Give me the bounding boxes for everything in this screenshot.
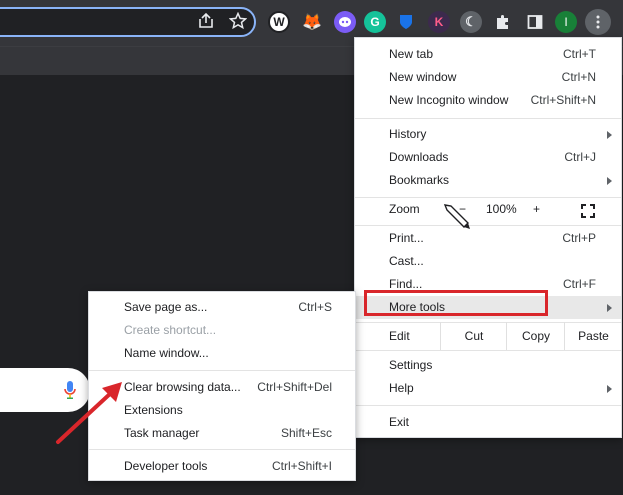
menu-item-bookmarks[interactable]: Bookmarks [355, 169, 621, 192]
w-extension-icon[interactable]: W [268, 11, 290, 33]
profile-avatar[interactable]: I [555, 11, 577, 33]
menu-item-label: Edit [389, 329, 410, 343]
shortcut-label: Ctrl+F [563, 277, 596, 291]
submenu-item-label: Clear browsing data... [124, 380, 241, 394]
submenu-item-label: Extensions [124, 403, 183, 417]
cursor-icon [443, 204, 470, 229]
shortcut-label: Ctrl+J [564, 150, 596, 164]
shortcut-label: Ctrl+Shift+N [530, 93, 596, 107]
address-bar[interactable] [0, 7, 256, 37]
menu-item-label: Exit [389, 415, 410, 429]
shortcut-label: Ctrl+P [562, 231, 596, 245]
copy-button[interactable]: Copy [506, 322, 565, 350]
fullscreen-icon[interactable] [581, 203, 595, 226]
chevron-right-icon [607, 131, 612, 139]
sidepanel-icon[interactable] [524, 11, 546, 33]
menu-item-zoom: Zoom − 100% + [355, 198, 621, 221]
menu-item-label: Zoom [389, 202, 420, 216]
menu-item-label: Settings [389, 358, 433, 372]
paste-button[interactable]: Paste [564, 322, 622, 350]
menu-divider [355, 405, 621, 406]
zoom-in-button[interactable]: + [533, 198, 540, 221]
annotation-arrow-icon [56, 382, 122, 444]
menu-item-new-incognito-window[interactable]: New Incognito window Ctrl+Shift+N [355, 89, 621, 112]
menu-item-label: Downloads [389, 150, 449, 164]
chevron-right-icon [607, 177, 612, 185]
shortcut-label: Ctrl+T [563, 47, 596, 61]
menu-item-edit: Edit Cut Copy Paste [355, 322, 622, 350]
submenu-item-save-page[interactable]: Save page as... Ctrl+S [89, 296, 355, 319]
menu-item-print[interactable]: Print... Ctrl+P [355, 227, 621, 250]
shortcut-label: Shift+Esc [280, 426, 332, 440]
submenu-item-developer-tools[interactable]: Developer tools Ctrl+Shift+I [89, 455, 355, 478]
menu-item-label: New Incognito window [389, 93, 509, 107]
dark-mode-extension-icon[interactable]: ☾ [460, 11, 482, 33]
shortcut-label: Ctrl+Shift+I [271, 459, 332, 473]
shortcut-label: Ctrl+S [298, 300, 332, 314]
share-icon[interactable] [196, 12, 216, 32]
shortcut-label: Ctrl+Shift+Del [257, 380, 332, 394]
grammarly-icon[interactable]: G [364, 11, 386, 33]
submenu-item-label: Name window... [124, 346, 209, 360]
chevron-right-icon [607, 304, 612, 312]
menu-item-cast[interactable]: Cast... [355, 250, 621, 273]
zoom-level: 100% [486, 202, 517, 216]
menu-item-label: New window [389, 70, 457, 84]
submenu-item-label: Developer tools [124, 459, 208, 473]
menu-item-label: Bookmarks [389, 173, 450, 187]
menu-item-downloads[interactable]: Downloads Ctrl+J [355, 146, 621, 169]
k-extension-icon[interactable]: K [428, 11, 450, 33]
menu-item-history[interactable]: History [355, 123, 621, 146]
menu-item-exit[interactable]: Exit [355, 411, 621, 434]
shortcut-label: Ctrl+N [561, 70, 596, 84]
menu-item-label: Help [389, 381, 414, 395]
bitwarden-icon[interactable] [395, 11, 417, 33]
submenu-item-label: Task manager [124, 426, 200, 440]
submenu-item-label: Create shortcut... [124, 323, 217, 337]
submenu-item-create-shortcut: Create shortcut... [89, 319, 355, 342]
puzzle-icon[interactable] [492, 11, 514, 33]
menu-item-label: New tab [389, 47, 434, 61]
menu-divider [355, 350, 621, 351]
menu-item-label: Cast... [389, 254, 424, 268]
kebab-menu-icon[interactable] [585, 9, 611, 35]
menu-divider [355, 225, 621, 226]
menu-item-settings[interactable]: Settings [355, 354, 621, 377]
menu-item-label: Print... [389, 231, 424, 245]
menu-item-help[interactable]: Help [355, 377, 621, 400]
submenu-item-name-window[interactable]: Name window... [89, 342, 355, 365]
submenu-item-label: Save page as... [124, 300, 208, 314]
menu-item-new-window[interactable]: New window Ctrl+N [355, 66, 621, 89]
metamask-fox-icon[interactable]: 🦊 [301, 11, 323, 33]
star-icon[interactable] [228, 11, 248, 32]
chevron-right-icon [607, 385, 612, 393]
menu-item-label: History [389, 127, 427, 141]
menu-item-new-tab[interactable]: New tab Ctrl+T [355, 43, 621, 66]
annotation-highlight-box [364, 290, 548, 316]
ghost-extension-icon[interactable] [334, 11, 356, 33]
cut-button[interactable]: Cut [440, 322, 507, 350]
chrome-main-menu: New tab Ctrl+T New window Ctrl+N New Inc… [354, 37, 622, 438]
menu-divider [355, 118, 621, 119]
